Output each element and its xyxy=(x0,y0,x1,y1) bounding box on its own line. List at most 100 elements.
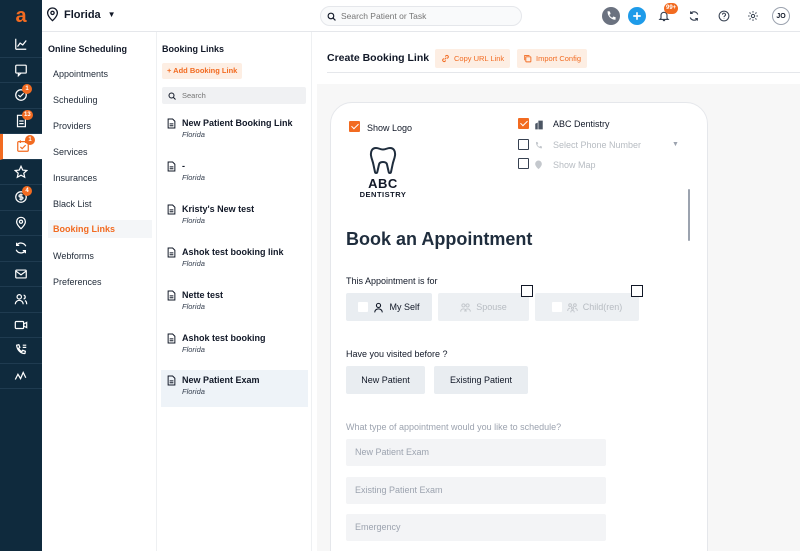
menu-item-appointments[interactable]: Appointments xyxy=(48,65,152,83)
show-map-label: Show Map xyxy=(553,160,596,170)
rail-item-reviews[interactable] xyxy=(0,160,42,185)
activity-icon xyxy=(14,370,27,380)
notifications-button[interactable]: 99+ xyxy=(655,3,679,25)
option-spouse[interactable]: Spouse xyxy=(438,293,529,321)
appointment-type-new-patient-exam[interactable]: New Patient Exam xyxy=(346,439,606,466)
appointment-type-emergency[interactable]: Emergency xyxy=(346,514,606,541)
copy-url-button[interactable]: Copy URL Link xyxy=(435,49,511,68)
rail-item-analytics[interactable] xyxy=(0,32,42,58)
rail-item-documents[interactable]: 13 xyxy=(0,109,42,134)
rail-item-activity[interactable] xyxy=(0,364,42,389)
booking-link-item[interactable]: Ashok test booking link Florida xyxy=(161,242,308,279)
option-my-self[interactable]: My Self xyxy=(346,293,432,321)
menu-item-preferences[interactable]: Preferences xyxy=(48,273,152,291)
booking-link-name: Nette test xyxy=(182,290,224,300)
sync-icon xyxy=(15,242,27,254)
document-icon xyxy=(167,118,176,129)
appointment-for-label: This Appointment is for xyxy=(346,276,438,286)
global-search[interactable] xyxy=(320,6,522,26)
phone-number-checkbox[interactable] xyxy=(518,139,529,150)
booking-links-search-input[interactable] xyxy=(182,91,292,100)
settings-button[interactable] xyxy=(744,7,762,25)
import-config-button[interactable]: Import Config xyxy=(517,49,588,68)
spouse-checkbox[interactable] xyxy=(521,285,533,297)
search-icon xyxy=(168,92,176,100)
booking-link-item[interactable]: Nette test Florida xyxy=(161,285,308,322)
booking-link-name: New Patient Exam xyxy=(182,375,260,385)
booking-link-location: Florida xyxy=(182,173,205,182)
global-search-input[interactable] xyxy=(341,11,511,21)
booking-link-item[interactable]: Ashok test booking Florida xyxy=(161,328,308,365)
location-icon xyxy=(16,216,26,230)
logo-text-main: ABC xyxy=(368,176,398,191)
phone-number-select[interactable]: Select Phone Number xyxy=(553,140,641,150)
rail-item-chat[interactable] xyxy=(0,58,42,83)
create-booking-link-panel: Create Booking Link Copy URL Link Import… xyxy=(312,32,800,551)
appointment-type-existing-patient-exam[interactable]: Existing Patient Exam xyxy=(346,477,606,504)
rail-item-tasks[interactable]: 1 xyxy=(0,83,42,109)
menu-item-booking-links[interactable]: Booking Links xyxy=(48,220,152,238)
booking-heading: Book an Appointment xyxy=(346,229,533,249)
children-checkbox[interactable] xyxy=(631,285,643,297)
option-new-patient[interactable]: New Patient xyxy=(346,366,425,394)
rail-item-call-log[interactable] xyxy=(0,338,42,364)
copy-icon xyxy=(524,54,532,63)
import-config-label: Import Config xyxy=(536,54,582,63)
menu-item-webforms[interactable]: Webforms xyxy=(48,247,152,265)
rail-item-sync[interactable] xyxy=(0,236,42,262)
booking-links-title: Booking Links xyxy=(162,44,225,54)
practice-name-checkbox[interactable] xyxy=(518,118,529,129)
page-title: Create Booking Link xyxy=(327,52,430,64)
rail-item-users[interactable] xyxy=(0,287,42,313)
booking-link-location: Florida xyxy=(182,259,205,268)
phone-list-icon xyxy=(15,344,27,355)
rail-badge: 1 xyxy=(22,84,32,94)
app-logo[interactable]: a xyxy=(0,0,42,32)
menu-item-services[interactable]: Services xyxy=(48,143,152,161)
booking-link-location: Florida xyxy=(182,130,205,139)
booking-link-name: Ashok test booking link xyxy=(182,247,284,257)
booking-link-item[interactable]: Kristy's New test Florida xyxy=(161,199,308,236)
chat-icon xyxy=(15,64,27,77)
show-map-checkbox[interactable] xyxy=(518,158,529,169)
person-icon xyxy=(374,302,384,312)
practice-logo: ABC DENTISTRY xyxy=(353,145,413,199)
user-avatar[interactable]: JO xyxy=(772,7,790,25)
rail-item-video[interactable] xyxy=(0,313,42,338)
map-pin-icon xyxy=(46,7,59,22)
add-booking-link-button[interactable]: + Add Booking Link xyxy=(162,63,243,79)
phone-icon xyxy=(607,11,616,20)
menu-item-black-list[interactable]: Black List xyxy=(48,195,152,213)
add-button[interactable] xyxy=(628,7,646,25)
help-icon xyxy=(718,10,730,22)
booking-link-item[interactable]: - Florida xyxy=(161,156,308,193)
rail-item-locations[interactable] xyxy=(0,211,42,236)
option-children[interactable]: Child(ren) xyxy=(535,293,639,321)
visited-before-label: Have you visited before ? xyxy=(346,349,448,359)
booking-link-item[interactable]: New Patient Booking Link Florida xyxy=(161,113,308,150)
menu-item-insurances[interactable]: Insurances xyxy=(48,169,152,187)
document-icon xyxy=(167,333,176,344)
booking-links-search[interactable] xyxy=(162,87,306,104)
option-checkbox xyxy=(358,302,369,312)
sync-status-button[interactable] xyxy=(685,7,703,25)
preview-scrollbar[interactable] xyxy=(688,189,690,241)
notification-badge: 99+ xyxy=(664,3,679,14)
booking-link-location: Florida xyxy=(182,345,205,354)
rail-item-payments[interactable]: 4 xyxy=(0,185,42,211)
rail-item-mail[interactable] xyxy=(0,262,42,287)
plus-icon xyxy=(633,12,641,20)
option-existing-patient[interactable]: Existing Patient xyxy=(434,366,528,394)
booking-link-item-selected[interactable]: New Patient Exam Florida xyxy=(161,370,308,407)
star-icon xyxy=(14,164,28,179)
rail-item-scheduling[interactable]: 1 xyxy=(0,134,42,160)
show-logo-checkbox[interactable] xyxy=(349,121,360,132)
menu-item-scheduling[interactable]: Scheduling xyxy=(48,91,152,109)
location-selector[interactable]: Florida ▼ xyxy=(46,7,116,22)
phone-button[interactable] xyxy=(602,7,620,25)
help-button[interactable] xyxy=(715,7,733,25)
menu-item-providers[interactable]: Providers xyxy=(48,117,152,135)
option-label: Spouse xyxy=(476,302,507,312)
phone-icon xyxy=(535,141,542,149)
booking-page-preview: Show Logo ABC Dentistry Select Phone Num… xyxy=(330,102,708,551)
